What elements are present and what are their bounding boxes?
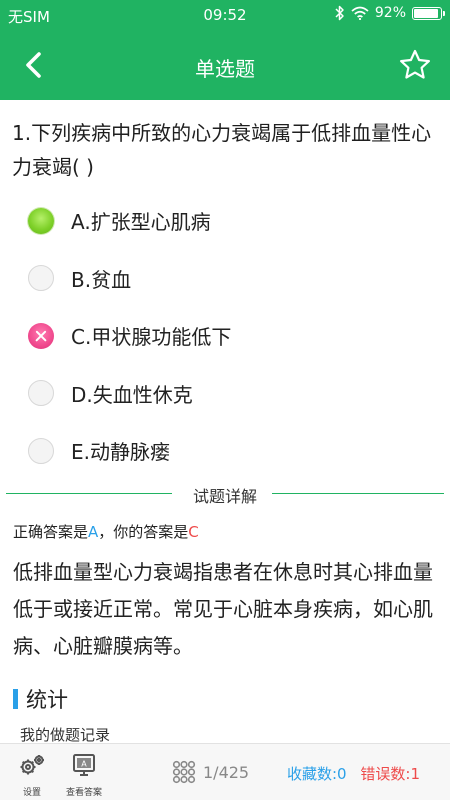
option-a[interactable]: A.扩张型心肌病 (0, 192, 450, 250)
radio-empty-icon[interactable] (28, 265, 54, 292)
option-e[interactable]: E.动静脉瘘 (0, 422, 450, 480)
option-label: C.甲状腺功能低下 (71, 325, 232, 350)
nav-bar: 单选题 (0, 30, 450, 100)
question-pager[interactable]: 1/425 (172, 760, 249, 784)
stats-heading: 统计 (13, 686, 68, 712)
battery-fill (414, 8, 438, 18)
page-indicator: 1/425 (203, 762, 250, 782)
user-answer: C (188, 523, 199, 541)
grid-icon (172, 760, 196, 784)
radio-empty-icon[interactable] (28, 380, 54, 407)
answer-summary: 正确答案是A，你的答案是C (13, 521, 199, 542)
battery-icon (412, 6, 445, 20)
monitor-icon: A (73, 754, 95, 776)
view-answer-label: 查看答案 (65, 788, 102, 798)
gear-icon (20, 755, 44, 775)
options-list: A.扩张型心肌病 B.贫血 C.甲状腺功能低下 D.失血性休克 E.动静脉瘘 (0, 192, 450, 480)
stats-title: 统计 (26, 688, 68, 712)
errors-count[interactable]: 错误数:1 (360, 765, 420, 783)
option-b[interactable]: B.贫血 (0, 250, 450, 308)
settings-button[interactable]: 设置 (10, 752, 54, 798)
settings-label: 设置 (22, 788, 41, 798)
bottom-toolbar: 设置 A 查看答案 1/425 收藏数:0 错误数:1 (0, 743, 450, 800)
stats-accent-bar (13, 689, 18, 709)
question-text: 1.下列疾病中所致的心力衰竭属于低排血量性心力衰竭( ) (12, 121, 432, 179)
battery-percent: 92% (374, 5, 406, 21)
radio-correct-icon[interactable] (28, 207, 54, 234)
wifi-icon (351, 6, 369, 20)
correct-answer-prefix: 正确答案是 (13, 523, 89, 541)
user-answer-prefix: ，你的答案是 (98, 523, 189, 541)
bluetooth-icon (335, 5, 344, 21)
counts: 收藏数:0 错误数:1 (287, 763, 420, 784)
radio-empty-icon[interactable] (28, 437, 54, 464)
record-label: 我的做题记录 (20, 726, 111, 744)
option-label: B.贫血 (71, 267, 132, 292)
divider-line-right (272, 493, 444, 494)
explanation-text: 低排血量型心力衰竭指患者在休息时其心排血量低于或接近正常。常见于心脏本身疾病，如… (13, 560, 433, 658)
favorites-count[interactable]: 收藏数:0 (287, 765, 347, 783)
option-label: E.动静脉瘘 (71, 440, 170, 465)
option-c[interactable]: C.甲状腺功能低下 (0, 307, 450, 365)
detail-divider: 试题详解 (6, 482, 444, 506)
status-right: 92% (335, 5, 445, 21)
status-bar: 无SIM 09:52 92% (0, 0, 450, 30)
option-label: D.失血性休克 (71, 382, 193, 407)
option-d[interactable]: D.失血性休克 (0, 365, 450, 423)
page-title: 单选题 (195, 57, 255, 81)
option-label: A.扩张型心肌病 (71, 210, 211, 235)
correct-answer: A (88, 523, 99, 541)
detail-section-title: 试题详解 (192, 487, 257, 506)
star-outline-icon[interactable] (398, 48, 432, 82)
view-answer-button[interactable]: A 查看答案 (62, 752, 106, 798)
svg-text:A: A (81, 760, 87, 769)
radio-wrong-icon[interactable] (28, 322, 54, 349)
